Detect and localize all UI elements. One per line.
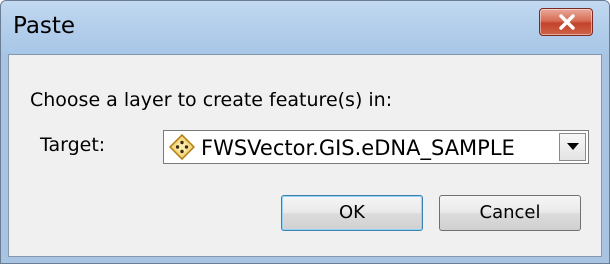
close-x-icon (559, 14, 575, 30)
close-button[interactable] (539, 8, 593, 36)
point-feature-layer-icon (169, 134, 195, 160)
cancel-button[interactable]: Cancel (439, 195, 581, 231)
window-title: Paste (13, 13, 76, 39)
target-label: Target: (40, 134, 106, 156)
title-bar[interactable]: Paste (1, 1, 609, 54)
dropdown-arrow-button[interactable] (559, 133, 586, 161)
ok-button[interactable]: OK (281, 195, 423, 231)
dialog-body: Choose a layer to create feature(s) in: … (8, 54, 602, 257)
target-layer-value: FWSVector.GIS.eDNA_SAMPLE (201, 136, 515, 160)
chevron-down-icon (567, 143, 579, 150)
target-layer-dropdown[interactable]: FWSVector.GIS.eDNA_SAMPLE (163, 130, 589, 164)
prompt-text: Choose a layer to create feature(s) in: (30, 89, 393, 111)
paste-dialog: Paste Choose a layer to create feature(s… (0, 0, 610, 264)
